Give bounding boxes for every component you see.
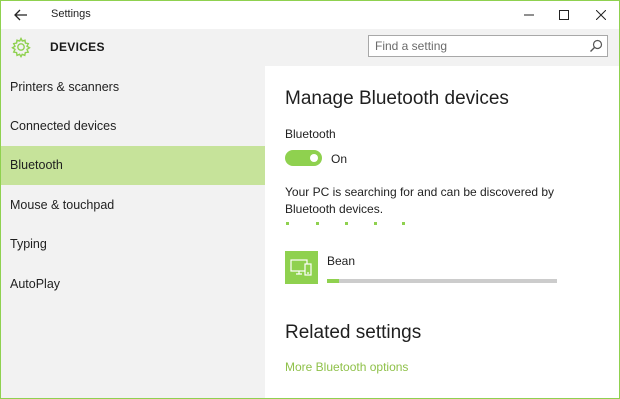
- page-header: DEVICES: [1, 29, 619, 66]
- back-arrow-icon: [14, 9, 27, 21]
- sidebar-item-autoplay[interactable]: AutoPlay: [1, 265, 265, 304]
- toggle-knob: [310, 154, 318, 162]
- close-button[interactable]: [578, 1, 619, 29]
- gear-icon: [11, 36, 31, 58]
- progress-dot: [374, 222, 377, 225]
- device-name: Bean: [327, 254, 356, 268]
- maximize-icon: [559, 10, 569, 20]
- related-settings-heading: Related settings: [285, 322, 422, 343]
- sidebar: Printers & scanners Connected devices Bl…: [1, 66, 265, 398]
- sidebar-item-mouse-touchpad[interactable]: Mouse & touchpad: [1, 186, 265, 225]
- progress-dot: [402, 222, 405, 225]
- toggle-state-label: On: [331, 152, 348, 166]
- back-button[interactable]: [9, 5, 33, 25]
- device-item[interactable]: Bean: [285, 251, 585, 287]
- status-description: Your PC is searching for and can be disc…: [285, 185, 555, 216]
- progress-dot: [316, 222, 319, 225]
- search-icon[interactable]: [589, 39, 603, 53]
- section-title: DEVICES: [50, 40, 105, 54]
- main-content: Manage Bluetooth devices Bluetooth On Yo…: [265, 66, 619, 398]
- close-icon: [596, 10, 606, 20]
- progress-dot: [345, 222, 348, 225]
- device-icon: [290, 259, 312, 276]
- settings-window: Settings DEVICES Find a setting Printers…: [0, 0, 620, 399]
- device-tile: [285, 251, 318, 284]
- more-bluetooth-options-link[interactable]: More Bluetooth options: [285, 360, 408, 374]
- sidebar-item-connected-devices[interactable]: Connected devices: [1, 107, 265, 146]
- sidebar-item-bluetooth[interactable]: Bluetooth: [1, 146, 265, 185]
- search-input[interactable]: [369, 36, 579, 56]
- bluetooth-label: Bluetooth: [285, 127, 336, 141]
- window-title: Settings: [51, 8, 91, 20]
- sidebar-item-printers-scanners[interactable]: Printers & scanners: [1, 68, 265, 107]
- search-box[interactable]: [368, 35, 608, 57]
- minimize-icon: [524, 14, 534, 16]
- bluetooth-toggle[interactable]: [285, 150, 322, 166]
- searching-progress-dots: [285, 222, 425, 228]
- page-heading: Manage Bluetooth devices: [285, 88, 509, 109]
- title-bar: Settings: [1, 1, 619, 29]
- pairing-progress-fill: [327, 279, 339, 283]
- sidebar-item-typing[interactable]: Typing: [1, 225, 265, 264]
- progress-dot: [286, 222, 289, 225]
- pairing-progress-bar: [327, 279, 557, 283]
